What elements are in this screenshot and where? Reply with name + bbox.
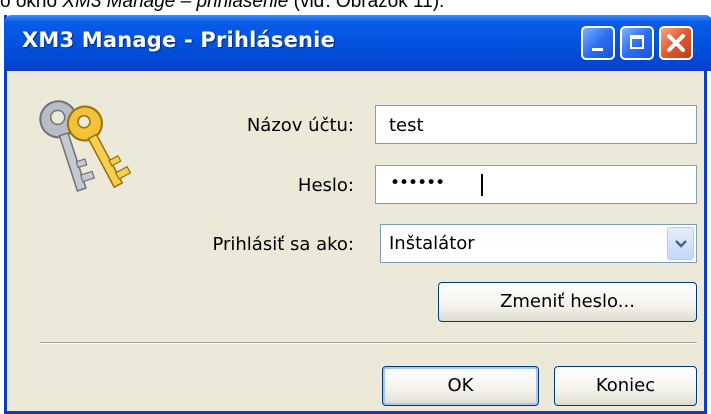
maximize-button[interactable] <box>620 26 654 60</box>
account-name-label: Názov účtu: <box>246 115 354 136</box>
maximize-icon <box>630 35 644 49</box>
password-input[interactable]: •••••• <box>375 165 697 204</box>
account-name-value: test <box>389 115 424 136</box>
role-select-value: Inštalátor <box>389 233 475 254</box>
password-mask: •••••• <box>390 173 445 193</box>
text-caret <box>481 174 483 196</box>
title-bar[interactable]: XM3 Manage - Prihlásenie <box>4 15 711 71</box>
close-icon <box>667 34 685 52</box>
password-label: Heslo: <box>297 175 354 196</box>
caption-italic-text: XM3 Manage – prihlásenie <box>62 0 289 11</box>
minimize-icon <box>592 48 603 51</box>
exit-button[interactable]: Koniec <box>554 366 697 406</box>
window-title: XM3 Manage - Prihlásenie <box>22 28 336 52</box>
document-caption: o okno XM3 Manage – prihlásenie (viď. Ob… <box>0 0 711 11</box>
change-password-button[interactable]: Zmeniť heslo... <box>438 282 697 322</box>
role-label: Prihlásiť sa ako: <box>212 234 354 255</box>
caption-tail-text: (viď. Obrázok 11). <box>288 0 445 11</box>
caption-text: o okno <box>0 0 63 11</box>
close-button[interactable] <box>659 26 693 60</box>
ok-button[interactable]: OK <box>382 366 539 406</box>
login-dialog: XM3 Manage - Prihlásenie Názov účtu: tes… <box>4 15 711 414</box>
dialog-divider <box>40 342 697 344</box>
minimize-button[interactable] <box>581 26 615 60</box>
role-select[interactable]: Inštalátor <box>380 224 697 263</box>
role-dropdown-button[interactable] <box>667 227 694 260</box>
chevron-down-icon <box>675 240 687 248</box>
account-name-input[interactable]: test <box>375 105 697 144</box>
